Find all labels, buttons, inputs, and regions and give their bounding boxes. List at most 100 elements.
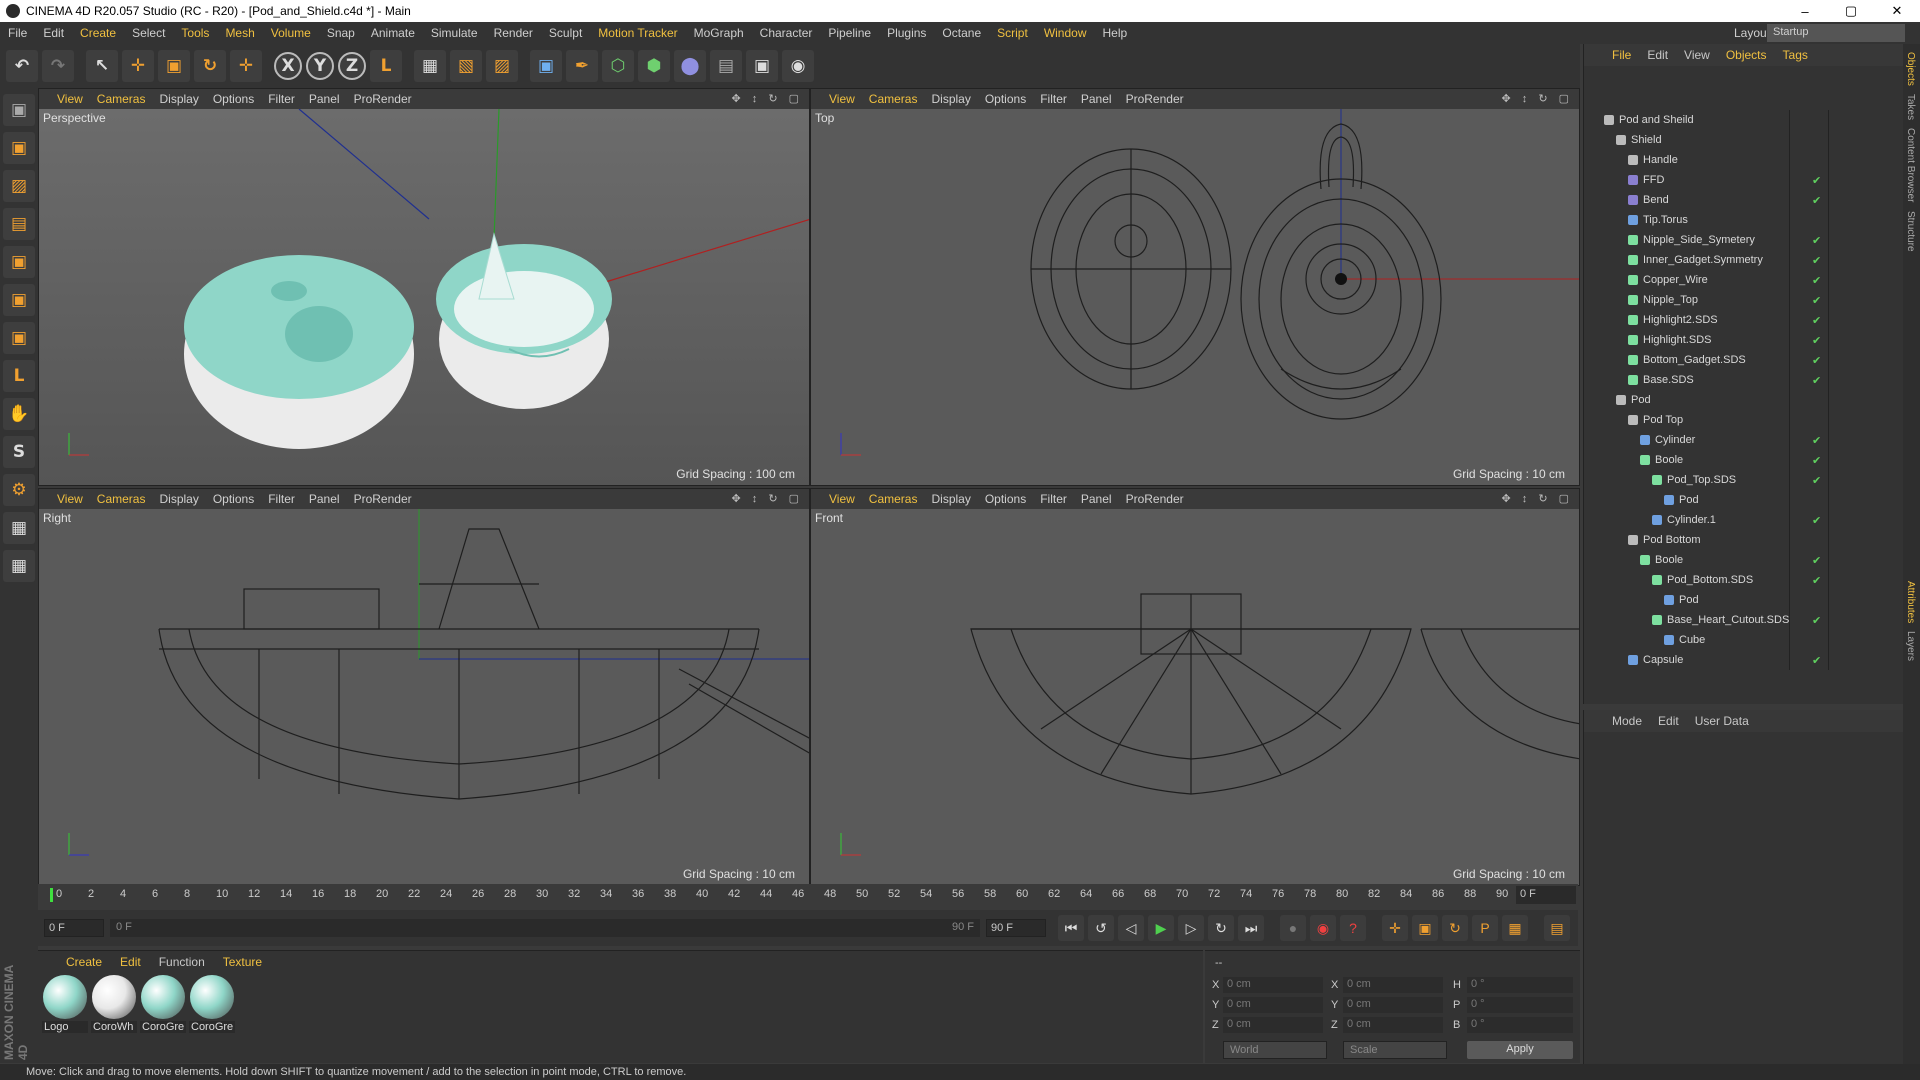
goto-start-icon[interactable]: ⏮	[1058, 915, 1084, 941]
viewport-nav-icons[interactable]: ✥ ↕ ↻ ▢	[1502, 492, 1574, 505]
menu-sculpt[interactable]: Sculpt	[541, 26, 590, 40]
render-enabled-check-icon[interactable]: ✔	[1812, 194, 1821, 207]
undo-icon[interactable]: ↶	[6, 50, 38, 82]
key-position-icon[interactable]: ✛	[1382, 915, 1408, 941]
redo-icon[interactable]: ↷	[42, 50, 74, 82]
viewport-menu-view[interactable]: View	[829, 92, 855, 106]
key-parameter-icon[interactable]: P	[1472, 915, 1498, 941]
live-selection-icon[interactable]: ↖	[86, 50, 118, 82]
menu-tools[interactable]: Tools	[173, 26, 217, 40]
render-enabled-check-icon[interactable]: ✔	[1812, 294, 1821, 307]
viewport-menu-panel[interactable]: Panel	[1081, 492, 1112, 506]
menu-edit[interactable]: Edit	[35, 26, 72, 40]
menu-window[interactable]: Window	[1036, 26, 1095, 40]
coordinate-space-dropdown[interactable]: World	[1223, 1041, 1327, 1059]
object-row[interactable]: Copper_Wire ✔	[1584, 270, 1904, 290]
menu-file[interactable]: File	[0, 26, 35, 40]
size-z-field[interactable]: 0 cm	[1343, 1017, 1443, 1033]
attr-menu-edit[interactable]: Edit	[1658, 714, 1679, 728]
menu-create[interactable]: Create	[72, 26, 124, 40]
points-mode-icon[interactable]: ▣	[3, 246, 35, 278]
autokey-icon[interactable]: ◉	[1310, 915, 1336, 941]
apply-button[interactable]: Apply	[1467, 1041, 1573, 1059]
object-row[interactable]: Bottom_Gadget.SDS ✔	[1584, 350, 1904, 370]
viewport-menu-view[interactable]: View	[829, 492, 855, 506]
render-enabled-check-icon[interactable]: ✔	[1812, 614, 1821, 627]
cube-primitive-icon[interactable]: ▣	[530, 50, 562, 82]
menu-script[interactable]: Script	[989, 26, 1036, 40]
render-enabled-check-icon[interactable]: ✔	[1812, 574, 1821, 587]
render-enabled-check-icon[interactable]: ✔	[1812, 234, 1821, 247]
minimize-button[interactable]: –	[1782, 0, 1828, 22]
render-settings-icon[interactable]: ▨	[486, 50, 518, 82]
material-swatch[interactable]: Logo	[42, 973, 88, 1033]
workplane-lock-icon[interactable]: ▦	[3, 512, 35, 544]
viewport-menu-prorender[interactable]: ProRender	[1126, 92, 1184, 106]
material-swatch[interactable]: CoroGre	[140, 973, 186, 1033]
object-row[interactable]: FFD ✔	[1584, 170, 1904, 190]
object-row[interactable]: Nipple_Side_Symetery ✔	[1584, 230, 1904, 250]
menu-octane[interactable]: Octane	[934, 26, 989, 40]
viewport-menu-options[interactable]: Options	[985, 92, 1026, 106]
object-row[interactable]: Cube	[1584, 630, 1904, 650]
object-row[interactable]: Highlight2.SDS ✔	[1584, 310, 1904, 330]
y-axis-lock-icon[interactable]: Y	[306, 52, 334, 80]
viewport-menu-display[interactable]: Display	[931, 92, 970, 106]
menu-select[interactable]: Select	[124, 26, 173, 40]
object-row[interactable]: Boole ✔	[1584, 550, 1904, 570]
object-row[interactable]: Nipple_Top ✔	[1584, 290, 1904, 310]
viewport-right[interactable]: View Cameras Display Options Filter Pane…	[38, 488, 810, 886]
key-scale-icon[interactable]: ▣	[1412, 915, 1438, 941]
menu-animate[interactable]: Animate	[363, 26, 423, 40]
recent-tool-icon[interactable]: ✛	[230, 50, 262, 82]
viewport-menu-view[interactable]: View	[57, 92, 83, 106]
object-row[interactable]: Base.SDS ✔	[1584, 370, 1904, 390]
object-row[interactable]: Pod Top	[1584, 410, 1904, 430]
menu-mograph[interactable]: MoGraph	[686, 26, 752, 40]
menu-snap[interactable]: Snap	[319, 26, 363, 40]
menu-mesh[interactable]: Mesh	[217, 26, 262, 40]
deformer-icon[interactable]: ⬤	[674, 50, 706, 82]
viewport-menu-filter[interactable]: Filter	[268, 92, 295, 106]
menu-simulate[interactable]: Simulate	[423, 26, 486, 40]
menu-pipeline[interactable]: Pipeline	[820, 26, 879, 40]
viewport-nav-icons[interactable]: ✥ ↕ ↻ ▢	[732, 492, 804, 505]
viewport-menu-prorender[interactable]: ProRender	[1126, 492, 1184, 506]
object-row[interactable]: Cylinder.1 ✔	[1584, 510, 1904, 530]
timeline-ruler[interactable]: 0 2 4 6 8 10 12 14 16 18 20 22 24 26 28 30 32 34 36 38 40 42 4…	[38, 884, 1578, 906]
object-row[interactable]: Pod	[1584, 490, 1904, 510]
object-row[interactable]: Pod_Top.SDS ✔	[1584, 470, 1904, 490]
viewport-menu-panel[interactable]: Panel	[1081, 92, 1112, 106]
z-axis-lock-icon[interactable]: Z	[338, 52, 366, 80]
om-menu-objects[interactable]: Objects	[1726, 48, 1767, 62]
viewport-menu-options[interactable]: Options	[985, 492, 1026, 506]
size-x-field[interactable]: 0 cm	[1343, 977, 1443, 993]
key-rotation-icon[interactable]: ↻	[1442, 915, 1468, 941]
menu-render[interactable]: Render	[486, 26, 541, 40]
array-icon[interactable]: ⬢	[638, 50, 670, 82]
mat-menu-texture[interactable]: Texture	[223, 955, 262, 969]
viewport-perspective[interactable]: View Cameras Display Options Filter Pane…	[38, 88, 810, 486]
mat-menu-create[interactable]: Create	[66, 955, 102, 969]
menu-plugins[interactable]: Plugins	[879, 26, 934, 40]
next-frame-icon[interactable]: ▷	[1178, 915, 1204, 941]
render-enabled-check-icon[interactable]: ✔	[1812, 554, 1821, 567]
pos-z-field[interactable]: 0 cm	[1223, 1017, 1323, 1033]
render-enabled-check-icon[interactable]: ✔	[1812, 174, 1821, 187]
scale-icon[interactable]: ▣	[158, 50, 190, 82]
planar-workplane-icon[interactable]: ▦	[3, 550, 35, 582]
object-row[interactable]: Capsule ✔	[1584, 650, 1904, 670]
floor-icon[interactable]: ▤	[710, 50, 742, 82]
tab-layers[interactable]: Layers	[1905, 631, 1916, 661]
viewport-menu-panel[interactable]: Panel	[309, 492, 340, 506]
current-frame-field[interactable]: 0 F	[1516, 886, 1576, 904]
render-enabled-check-icon[interactable]: ✔	[1812, 654, 1821, 667]
render-enabled-check-icon[interactable]: ✔	[1812, 474, 1821, 487]
pos-y-field[interactable]: 0 cm	[1223, 997, 1323, 1013]
snapping-icon[interactable]: S	[3, 436, 35, 468]
model-mode-icon[interactable]: ▣	[3, 132, 35, 164]
previous-key-icon[interactable]: ↺	[1088, 915, 1114, 941]
top-canvas[interactable]	[811, 109, 1579, 485]
object-row[interactable]: Pod and Sheild	[1584, 110, 1904, 130]
render-enabled-check-icon[interactable]: ✔	[1812, 434, 1821, 447]
